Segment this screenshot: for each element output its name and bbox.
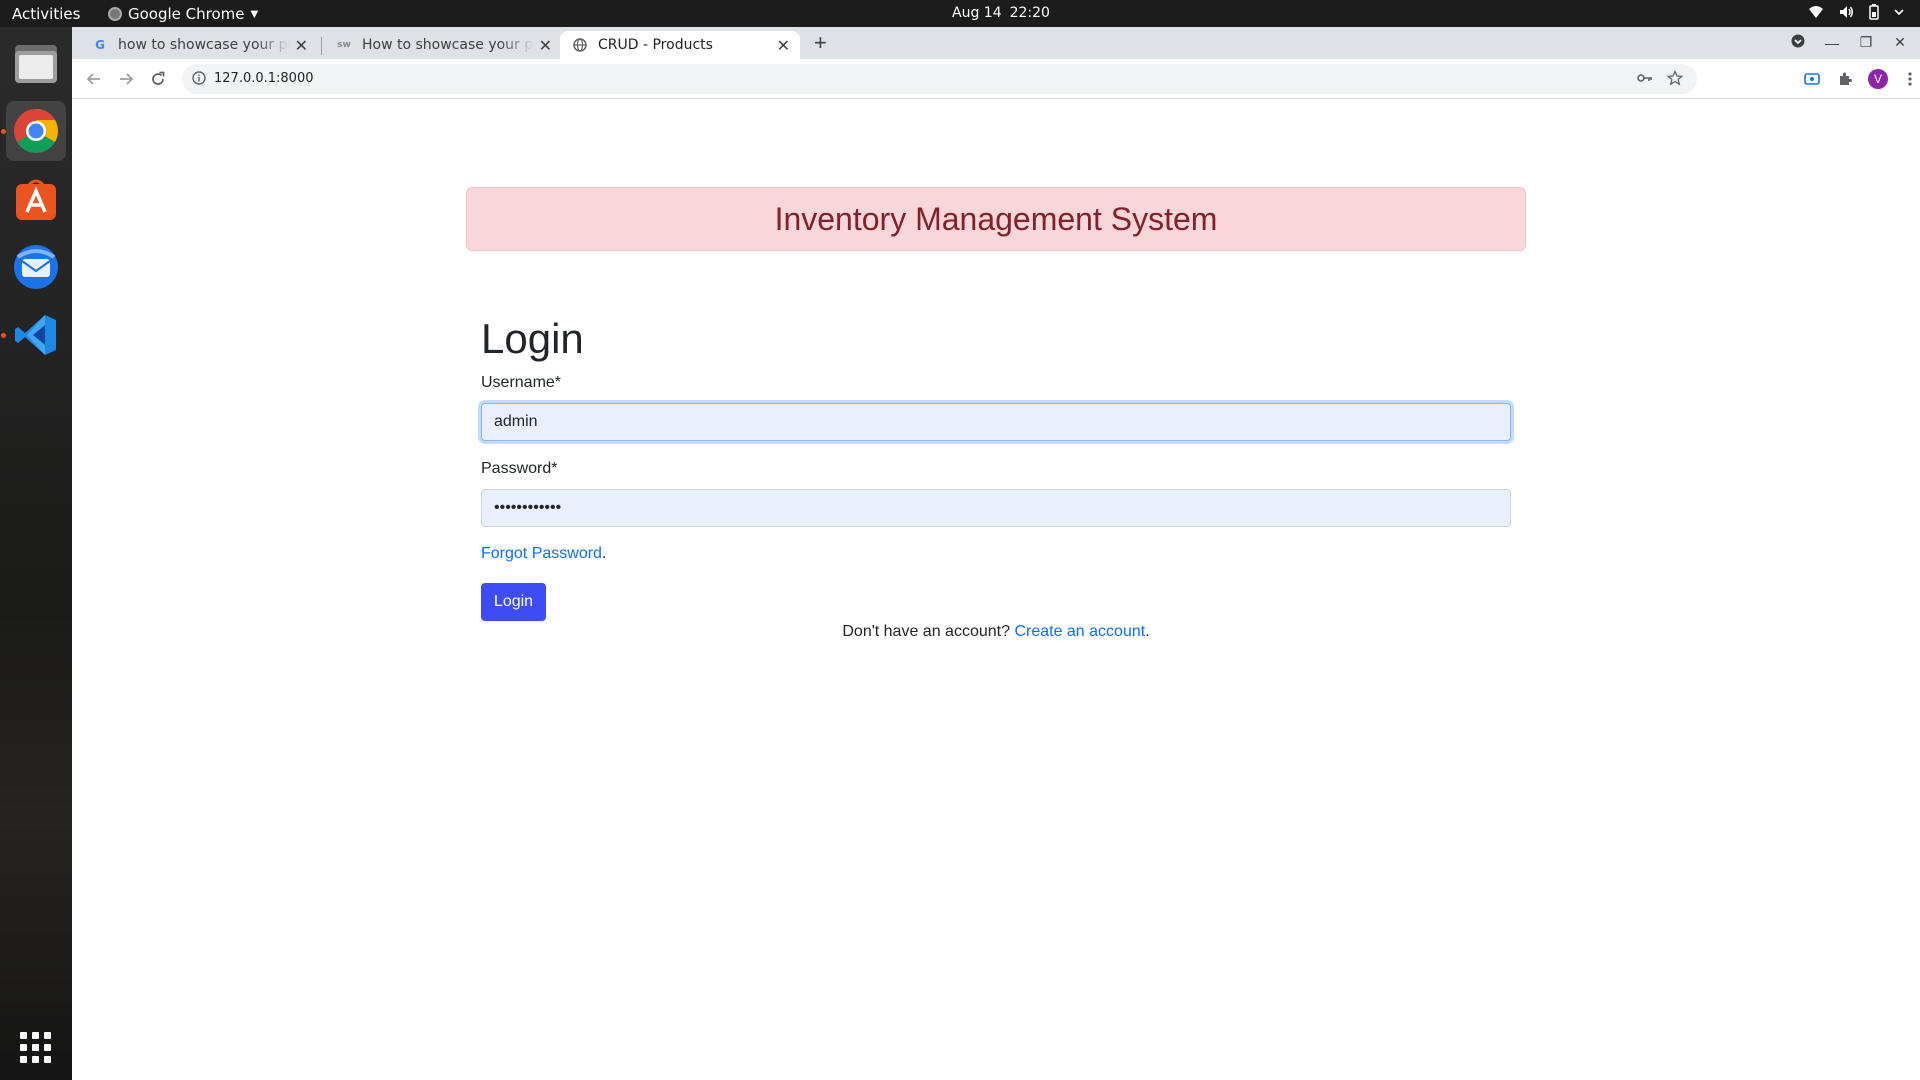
extensions-icon[interactable] [1833, 67, 1857, 91]
site-info-icon[interactable] [192, 71, 206, 90]
profile-button[interactable]: V [1866, 67, 1890, 91]
chevron-down-icon: ▼ [250, 8, 259, 20]
username-label: Username* [481, 374, 562, 391]
window-controls: — ❐ ✕ [1790, 34, 1908, 51]
password-field[interactable] [481, 489, 1511, 527]
files-icon [15, 45, 57, 83]
dock-chrome[interactable] [6, 101, 66, 161]
tab-1[interactable]: G how to showcase your pro ✕ [80, 31, 318, 59]
kebab-menu-icon[interactable] [1898, 67, 1920, 91]
close-icon[interactable]: ✕ [777, 36, 790, 55]
password-label: Password* [481, 460, 558, 477]
show-applications-button[interactable] [20, 1032, 52, 1064]
screen-cast-icon[interactable] [1800, 67, 1824, 91]
new-tab-button[interactable]: + [814, 32, 827, 54]
dock-files[interactable] [6, 33, 66, 93]
minimize-icon[interactable]: — [1824, 35, 1840, 51]
wifi-icon [1809, 6, 1823, 18]
page-title: Login [481, 315, 584, 362]
activities-button[interactable]: Activities [12, 5, 80, 23]
forgot-password-link[interactable]: Forgot Password [481, 545, 602, 562]
tab-title: how to showcase your pro [118, 37, 290, 53]
address-bar[interactable]: 127.0.0.1:8000 [182, 64, 1697, 94]
chrome-icon [14, 109, 58, 153]
app-menu-label: Google Chrome [128, 5, 245, 23]
google-icon: G [95, 38, 105, 52]
app-store-icon [16, 179, 56, 220]
tab-3-active[interactable]: CRUD - Products ✕ [560, 31, 800, 59]
system-tray[interactable] [1808, 4, 1904, 20]
create-account-link[interactable]: Create an account [1014, 623, 1145, 640]
forgot-suffix: . [601, 545, 607, 562]
dock-app-store[interactable] [6, 169, 66, 229]
url-text: 127.0.0.1:8000 [214, 71, 314, 86]
restore-icon[interactable]: ❐ [1858, 34, 1874, 51]
reload-icon[interactable] [146, 67, 170, 91]
system-top-bar: Activities Google Chrome ▼ Aug 14 22:20 [0, 0, 1920, 27]
username-field[interactable] [481, 403, 1511, 441]
clock-time: 22:20 [1009, 5, 1050, 21]
page-content: Inventory Management System Login Userna… [72, 100, 1920, 1080]
password-key-icon[interactable] [1637, 71, 1653, 90]
forgot-password-line: Forgot Password. [481, 545, 606, 563]
forward-icon[interactable] [114, 67, 138, 91]
thunderbird-icon [14, 245, 58, 289]
vscode-icon [15, 315, 56, 355]
tab-strip: G how to showcase your pro ✕ sw How to s… [72, 27, 1920, 59]
battery-icon [1869, 4, 1879, 20]
power-menu-icon [1894, 9, 1904, 16]
close-icon[interactable]: ✕ [295, 36, 308, 55]
signup-prompt-line: Don't have an account? Create an account… [72, 623, 1920, 641]
dock-vscode[interactable] [6, 305, 66, 365]
login-button[interactable]: Login [481, 583, 546, 621]
signup-suffix: . [1145, 623, 1150, 640]
dock-thunderbird[interactable] [6, 237, 66, 297]
browser-toolbar: 127.0.0.1:8000 V [72, 59, 1920, 99]
chrome-app-icon [108, 7, 122, 21]
volume-icon [1840, 6, 1853, 18]
bookmark-star-icon[interactable] [1666, 69, 1684, 91]
app-title: Inventory Management System [774, 200, 1218, 237]
close-icon[interactable]: ✕ [539, 36, 552, 55]
tab-title: CRUD - Products [598, 37, 713, 53]
clock[interactable]: Aug 14 22:20 [952, 5, 1050, 21]
tab-2[interactable]: sw How to showcase your pro ✕ [324, 31, 562, 59]
clock-date: Aug 14 [952, 5, 1002, 21]
dock [0, 27, 72, 1080]
tab-separator [321, 37, 322, 55]
globe-icon [572, 37, 588, 53]
app-menu[interactable]: Google Chrome ▼ [108, 5, 258, 23]
avatar: V [1868, 69, 1888, 89]
close-window-icon[interactable]: ✕ [1892, 34, 1908, 51]
tab-search-icon[interactable] [1790, 34, 1806, 51]
app-banner: Inventory Management System [466, 187, 1526, 251]
site-icon: sw [337, 40, 351, 50]
signup-prompt: Don't have an account? [842, 623, 1010, 640]
tab-title: How to showcase your pro [362, 37, 534, 53]
back-icon[interactable] [82, 67, 106, 91]
